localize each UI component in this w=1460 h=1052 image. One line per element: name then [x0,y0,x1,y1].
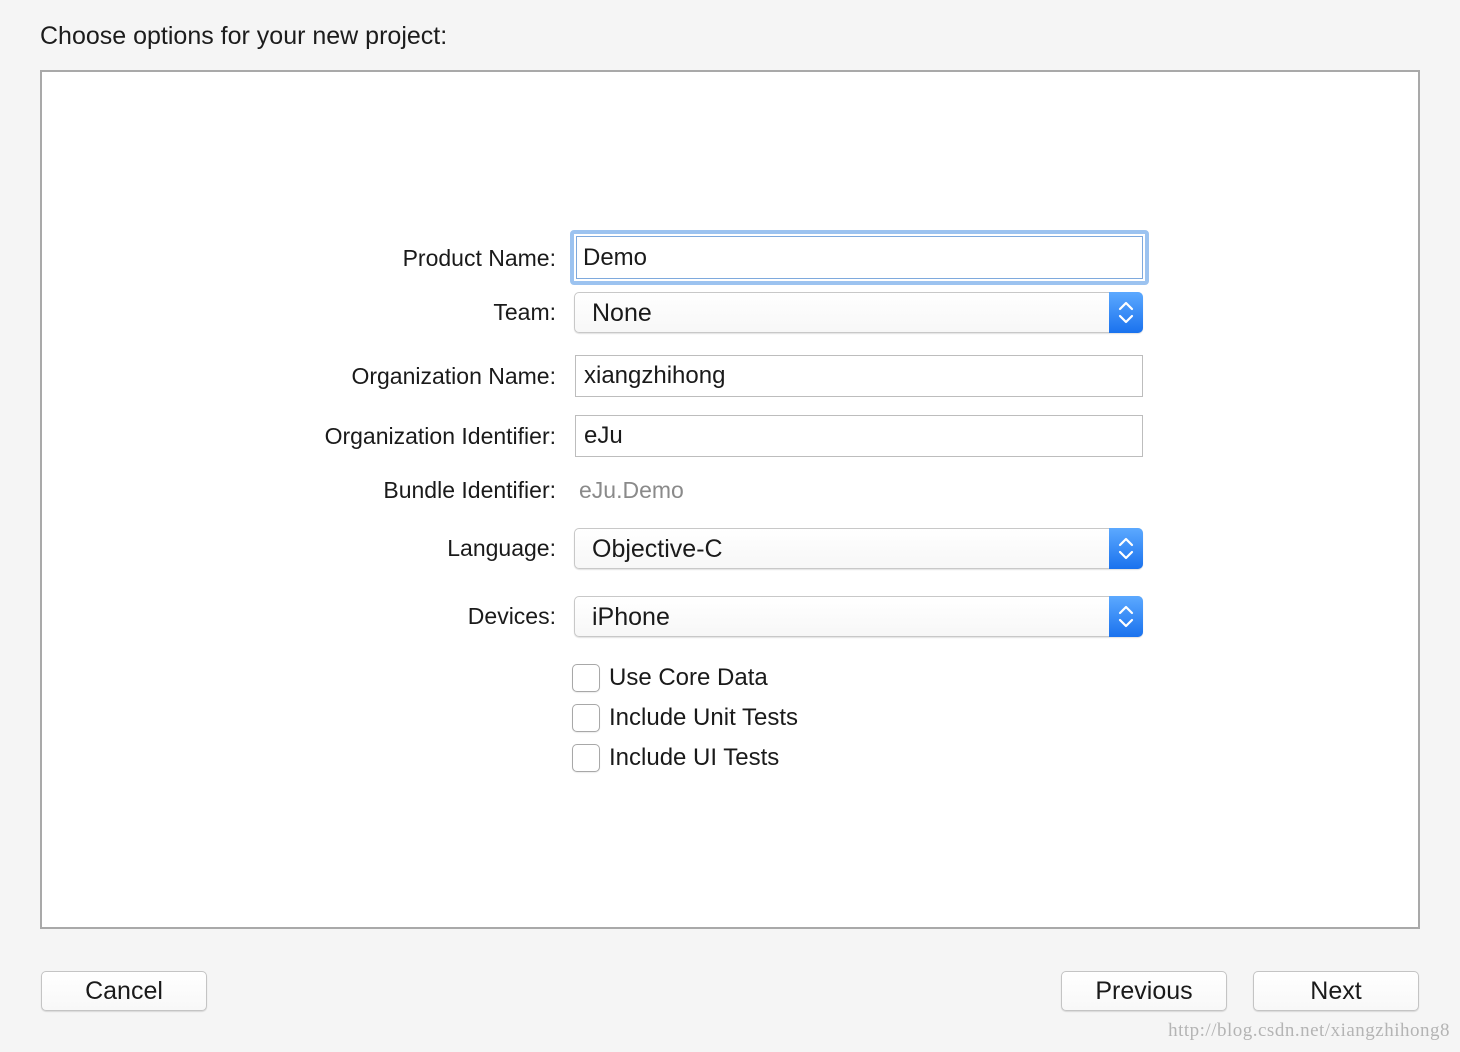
language-label: Language: [447,535,556,561]
bundle-identifier-label: Bundle Identifier: [383,477,556,503]
team-value: None [592,299,652,327]
product-name-label: Product Name: [402,245,556,271]
cancel-button[interactable]: Cancel [41,971,207,1011]
organization-name-label: Organization Name: [351,363,556,389]
use-core-data-label: Use Core Data [609,664,768,691]
product-name-input[interactable]: Demo [570,230,1149,285]
organization-identifier-label: Organization Identifier: [324,423,556,449]
use-core-data-checkbox[interactable] [572,664,600,692]
include-unit-tests-checkbox[interactable] [572,704,600,732]
page-title: Choose options for your new project: [40,22,448,50]
up-down-chevron-icon[interactable] [1109,292,1143,333]
include-unit-tests-label: Include Unit Tests [609,704,798,731]
use-core-data-option[interactable]: Use Core Data [572,663,768,693]
watermark-text: http://blog.csdn.net/xiangzhihong8 [1168,1020,1450,1041]
team-popup[interactable]: None [574,292,1143,333]
up-down-chevron-icon[interactable] [1109,596,1143,637]
include-ui-tests-checkbox[interactable] [572,744,600,772]
up-down-chevron-icon[interactable] [1109,528,1143,569]
devices-value: iPhone [592,603,670,631]
include-unit-tests-option[interactable]: Include Unit Tests [572,703,798,733]
team-label: Team: [493,299,556,325]
devices-label: Devices: [467,603,556,629]
previous-button[interactable]: Previous [1061,971,1227,1011]
organization-name-input[interactable]: xiangzhihong [575,355,1143,397]
language-value: Objective-C [592,535,723,563]
language-popup[interactable]: Objective-C [574,528,1143,569]
focus-inner-border [576,236,1143,279]
options-panel [40,70,1420,929]
organization-identifier-input[interactable]: eJu [575,415,1143,457]
include-ui-tests-option[interactable]: Include UI Tests [572,743,779,773]
bundle-identifier-value: eJu.Demo [579,477,684,503]
include-ui-tests-label: Include UI Tests [609,744,780,771]
devices-popup[interactable]: iPhone [574,596,1143,637]
next-button[interactable]: Next [1253,971,1419,1011]
